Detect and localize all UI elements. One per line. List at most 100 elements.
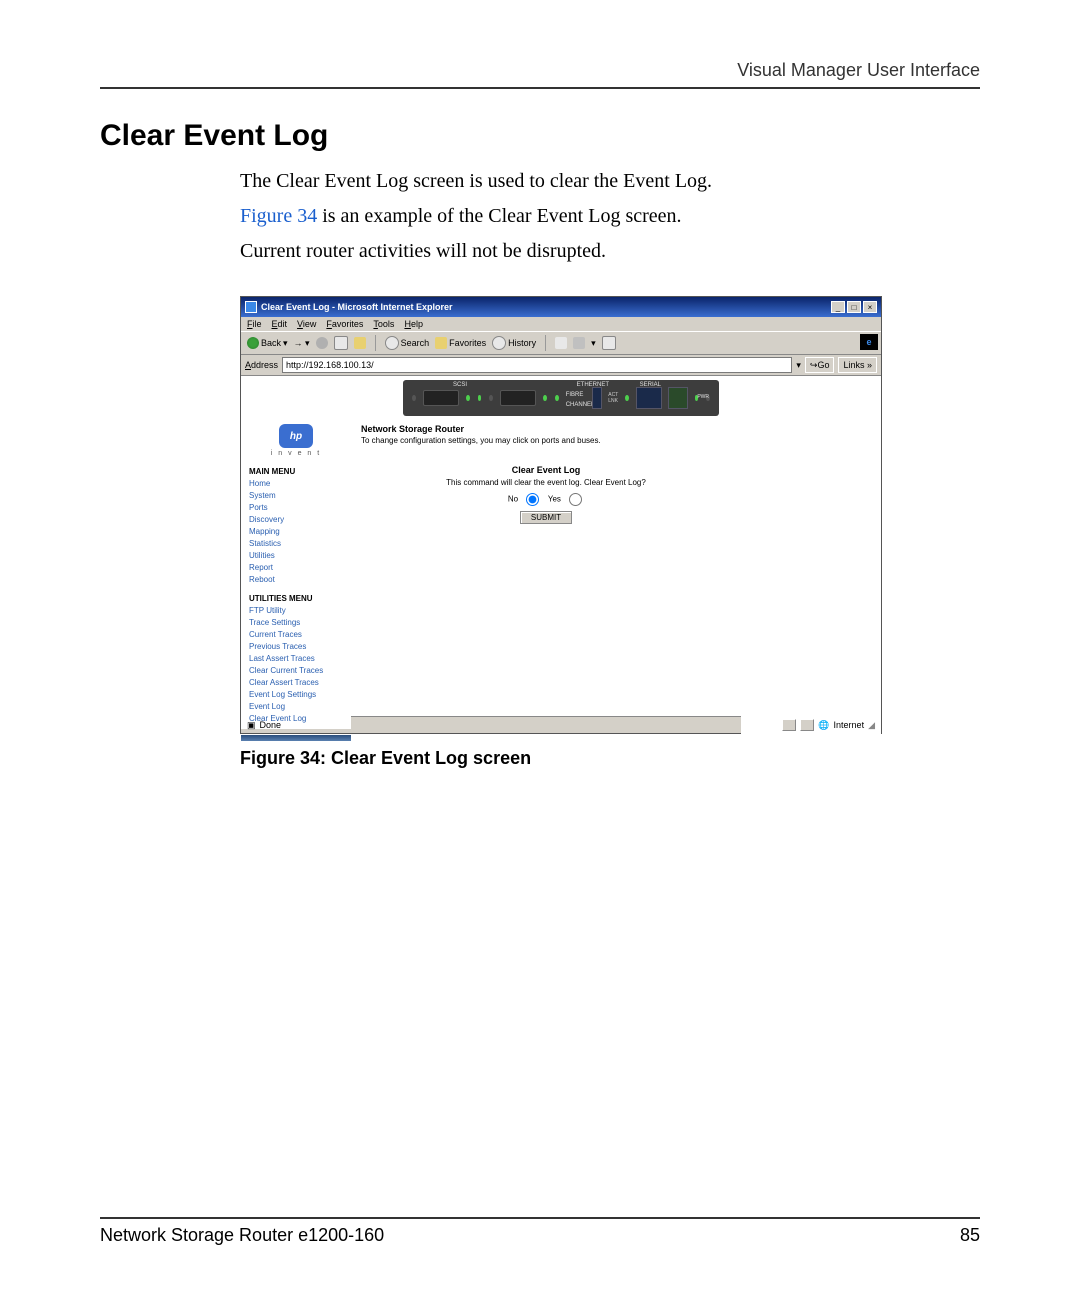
maximize-button[interactable]: □ [847, 301, 861, 313]
resize-grip-icon[interactable]: ◢ [868, 720, 875, 731]
stop-icon[interactable] [316, 337, 328, 349]
main-menu-title: MAIN MENU [249, 467, 343, 476]
paragraph-3: Current router activities will not be di… [240, 237, 980, 266]
address-input[interactable] [282, 357, 792, 373]
favorites-button[interactable]: Favorites [435, 337, 486, 349]
back-icon [247, 337, 259, 349]
search-icon [385, 336, 399, 350]
window-titlebar: Clear Event Log - Microsoft Internet Exp… [241, 297, 881, 317]
nav-system[interactable]: System [249, 490, 343, 502]
nav-statistics[interactable]: Statistics [249, 538, 343, 550]
edit-dropdown-icon[interactable]: ▾ [591, 338, 596, 349]
fibre-port[interactable] [592, 387, 603, 409]
figure-reference-link[interactable]: Figure 34 [240, 205, 317, 227]
mail-icon[interactable] [555, 337, 567, 349]
utilities-menu-title: UTILITIES MENU [249, 594, 343, 603]
paragraph-2-rest: is an example of the Clear Event Log scr… [317, 205, 681, 227]
toolbar: Back ▾ → ▾ Search Favorites History ▾ e [241, 331, 881, 355]
nav-mapping[interactable]: Mapping [249, 526, 343, 538]
internet-zone-text: Internet [834, 720, 865, 730]
paragraph-2: Figure 34 is an example of the Clear Eve… [240, 202, 980, 231]
address-bar: Address ▾ ↪ Go Links » [241, 355, 881, 376]
left-column: hp i n v e n t MAIN MENU Home System Por… [241, 418, 351, 741]
address-dropdown-icon[interactable]: ▾ [796, 360, 801, 371]
nav-report[interactable]: Report [249, 562, 343, 574]
pwr-label: PWR [697, 394, 709, 400]
nav-reboot[interactable]: Reboot [249, 574, 343, 586]
menu-view[interactable]: View [297, 319, 316, 329]
screenshot-figure: Clear Event Log - Microsoft Internet Exp… [240, 296, 882, 734]
nav-previous-traces[interactable]: Previous Traces [249, 641, 343, 653]
discuss-icon[interactable] [602, 336, 616, 350]
menu-bar: File Edit View Favorites Tools Help [241, 317, 881, 331]
main-content: Network Storage Router To change configu… [351, 418, 741, 741]
figure-caption: Figure 34: Clear Event Log screen [240, 748, 980, 769]
nav-clear-assert-traces[interactable]: Clear Assert Traces [249, 677, 343, 689]
nav-trace-settings[interactable]: Trace Settings [249, 617, 343, 629]
footer-left: Network Storage Router e1200-160 [100, 1225, 384, 1246]
address-label: Address [245, 360, 278, 370]
serial-label: SERIAL [640, 382, 661, 388]
browser-viewport: SCSI FIBRE CHANNEL ACTLNK ETHERNET [241, 376, 881, 716]
window-title: Clear Event Log - Microsoft Internet Exp… [261, 302, 453, 312]
right-column [741, 418, 881, 741]
ethernet-label: ETHERNET [577, 382, 609, 388]
nav-ports[interactable]: Ports [249, 502, 343, 514]
yes-radio[interactable] [569, 493, 582, 506]
print-icon[interactable] [573, 337, 585, 349]
back-button[interactable]: Back ▾ [247, 337, 288, 349]
ie-throbber-icon: e [860, 334, 878, 350]
form-heading: Clear Event Log [361, 465, 731, 475]
go-button[interactable]: ↪ Go [805, 357, 835, 373]
menu-favorites[interactable]: Favorites [326, 319, 363, 329]
radio-row: No Yes [361, 493, 731, 506]
nav-home[interactable]: Home [249, 478, 343, 490]
hp-invent-label: i n v e n t [241, 450, 351, 457]
nav-event-log[interactable]: Event Log [249, 701, 343, 713]
no-radio[interactable] [526, 493, 539, 506]
home-icon[interactable] [354, 337, 366, 349]
window-controls: _ □ × [831, 301, 877, 313]
fibre-label: FIBRE CHANNEL [566, 392, 595, 408]
internet-zone-icon: 🌐 [818, 720, 829, 731]
minimize-button[interactable]: _ [831, 301, 845, 313]
nav-event-log-settings[interactable]: Event Log Settings [249, 689, 343, 701]
nav-bottom-rule [241, 735, 351, 741]
nav-ftp-utility[interactable]: FTP Utility [249, 605, 343, 617]
device-area: SCSI FIBRE CHANNEL ACTLNK ETHERNET [241, 376, 881, 418]
nav-current-traces[interactable]: Current Traces [249, 629, 343, 641]
links-button[interactable]: Links » [838, 357, 877, 373]
submit-button[interactable]: SUBMIT [520, 511, 572, 524]
history-button[interactable]: History [492, 336, 536, 350]
form-message: This command will clear the event log. C… [361, 478, 731, 487]
no-label: No [508, 495, 518, 504]
scsi-label: SCSI [453, 382, 467, 388]
refresh-icon[interactable] [334, 336, 348, 350]
hp-logo-box: hp i n v e n t [241, 418, 351, 459]
close-button[interactable]: × [863, 301, 877, 313]
router-subtitle: To change configuration settings, you ma… [361, 436, 731, 445]
nav-discovery[interactable]: Discovery [249, 514, 343, 526]
menu-help[interactable]: Help [404, 319, 423, 329]
status-seg-2 [800, 719, 814, 731]
paragraph-1: The Clear Event Log screen is used to cl… [240, 167, 980, 196]
footer-rule [100, 1217, 980, 1219]
forward-button[interactable]: → ▾ [294, 338, 310, 349]
search-button[interactable]: Search [385, 336, 430, 350]
nav-last-assert-traces[interactable]: Last Assert Traces [249, 653, 343, 665]
menu-tools[interactable]: Tools [373, 319, 394, 329]
nav-clear-current-traces[interactable]: Clear Current Traces [249, 665, 343, 677]
favorites-icon [435, 337, 447, 349]
status-seg-1 [782, 719, 796, 731]
status-done-text: Done [260, 720, 282, 730]
router-title: Network Storage Router [361, 424, 731, 434]
section-title: Clear Event Log [100, 119, 980, 153]
device-image[interactable]: SCSI FIBRE CHANNEL ACTLNK ETHERNET [403, 380, 719, 416]
serial-port[interactable] [668, 387, 687, 409]
menu-file[interactable]: File [247, 319, 262, 329]
hp-logo-icon: hp [279, 424, 313, 448]
yes-label: Yes [548, 495, 561, 504]
menu-edit[interactable]: Edit [272, 319, 288, 329]
nav-utilities[interactable]: Utilities [249, 550, 343, 562]
ethernet-port[interactable] [636, 387, 663, 409]
